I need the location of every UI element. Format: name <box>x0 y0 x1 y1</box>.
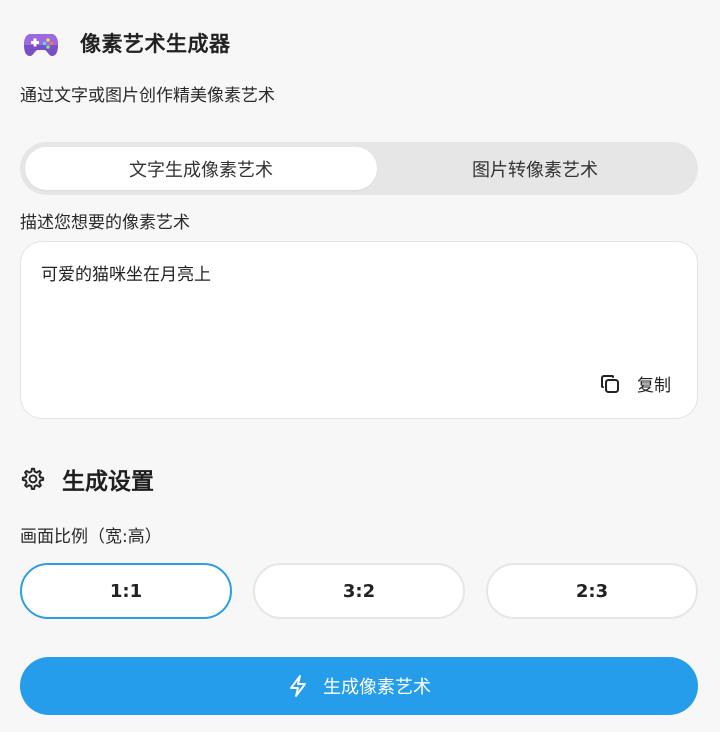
page-title: 像素艺术生成器 <box>80 32 231 56</box>
ratio-button-3-2[interactable]: 3:2 <box>253 563 465 619</box>
gear-icon <box>20 466 46 492</box>
settings-header: 生成设置 <box>20 462 154 496</box>
generate-button[interactable]: 生成像素艺术 <box>20 657 698 715</box>
gamepad-icon <box>22 26 60 60</box>
copy-icon <box>599 373 621 395</box>
copy-label: 复制 <box>637 376 671 396</box>
ratio-button-2-3[interactable]: 2:3 <box>486 563 698 619</box>
settings-title: 生成设置 <box>62 469 154 495</box>
prompt-text[interactable]: 可爱的猫咪坐在月亮上 <box>41 260 211 285</box>
ratio-button-1-1[interactable]: 1:1 <box>20 563 232 619</box>
pixel-art-generator-panel: 像素艺术生成器 通过文字或图片创作精美像素艺术 文字生成像素艺术 图片转像素艺术… <box>0 0 720 732</box>
copy-button[interactable]: 复制 <box>599 371 671 396</box>
prompt-textarea[interactable]: 可爱的猫咪坐在月亮上 复制 <box>20 241 698 419</box>
prompt-label: 描述您想要的像素艺术 <box>20 213 190 233</box>
app-header: 像素艺术生成器 <box>22 26 231 60</box>
lightning-icon <box>287 674 309 698</box>
tab-text-to-pixel-art[interactable]: 文字生成像素艺术 <box>25 147 377 190</box>
tab-image-to-pixel-art[interactable]: 图片转像素艺术 <box>377 147 693 190</box>
mode-tabs: 文字生成像素艺术 图片转像素艺术 <box>20 142 698 195</box>
page-subtitle: 通过文字或图片创作精美像素艺术 <box>20 86 275 106</box>
generate-label: 生成像素艺术 <box>323 677 431 698</box>
aspect-ratio-label: 画面比例（宽:高） <box>20 527 162 547</box>
